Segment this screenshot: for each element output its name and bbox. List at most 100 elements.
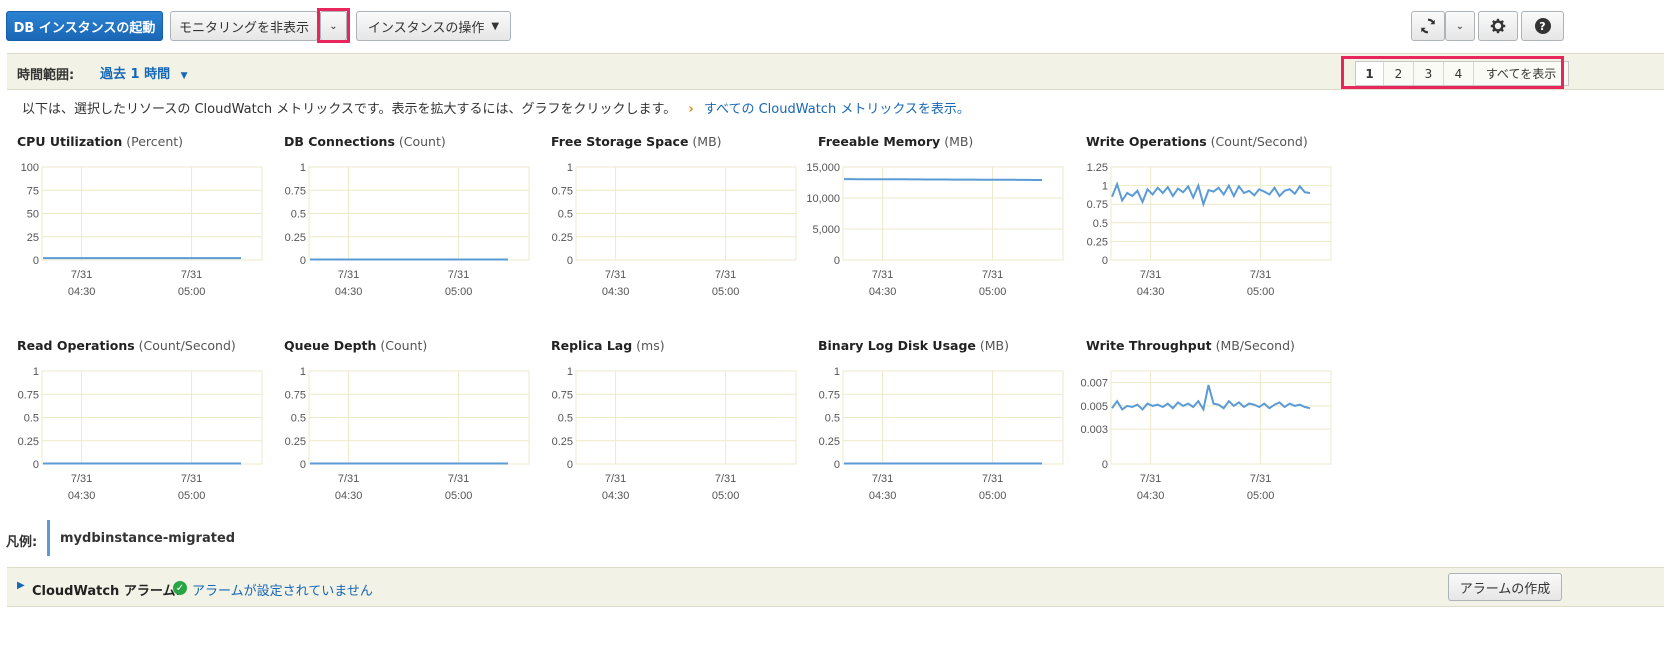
metric-chart[interactable]: Replica Lag (ms) 1 0.75 0.5 0.25 0 7/31 04:30 7/… <box>551 338 816 513</box>
launch-db-instance-button[interactable]: DB インスタンスの起動 <box>6 11 163 41</box>
y-tick-label: 0.5 <box>291 413 306 425</box>
x-tick-label: 7/31 <box>872 473 893 485</box>
x-tick-label: 7/31 <box>1250 269 1271 281</box>
y-tick-label: 0 <box>33 459 39 471</box>
y-tick-label: 0 <box>1102 255 1108 267</box>
metric-chart[interactable]: Queue Depth (Count) 1 0.75 0.5 0.25 0 7/31 04:3… <box>284 338 549 513</box>
y-tick-label: 1 <box>567 162 573 174</box>
series-line <box>844 178 1042 181</box>
x-tick-label: 7/31 <box>1250 473 1271 485</box>
legend-series-name: mydbinstance-migrated <box>60 531 236 546</box>
refresh-button[interactable] <box>1411 11 1445 41</box>
y-tick-label: 0 <box>300 459 306 471</box>
refresh-icon <box>1421 18 1435 34</box>
chevron-down-icon: ▼ <box>491 20 500 32</box>
y-tick-label: 0.5 <box>1093 218 1108 230</box>
x-tick-label: 04:30 <box>869 490 897 502</box>
y-tick-label: 0.25 <box>552 436 573 448</box>
x-tick-label: 7/31 <box>1140 473 1161 485</box>
metric-chart[interactable]: Read Operations (Count/Second) 1 0.75 0.5 0.… <box>17 338 282 513</box>
help-icon: ? <box>1534 18 1551 34</box>
y-tick-label: 1 <box>567 366 573 378</box>
plot-area <box>842 166 1064 261</box>
time-range-selector[interactable]: 過去 1 時間 ▼ <box>100 63 188 82</box>
y-tick-label: 10,000 <box>806 193 840 205</box>
y-tick-label: 0 <box>834 459 840 471</box>
y-tick-label: 0 <box>567 255 573 267</box>
y-tick-label: 0.5 <box>825 413 840 425</box>
y-tick-label: 0.25 <box>18 436 39 448</box>
gear-icon <box>1490 18 1506 34</box>
y-tick-label: 0 <box>834 255 840 267</box>
x-tick-label: 05:00 <box>979 490 1007 502</box>
x-tick-label: 04:30 <box>68 286 96 298</box>
plot-area <box>1110 166 1332 261</box>
info-line: 以下は、選択したリソースの CloudWatch メトリックスです。表示を拡大す… <box>22 98 970 117</box>
all-cloudwatch-metrics-link[interactable]: すべての CloudWatch メトリックスを表示。 <box>704 102 970 117</box>
metric-chart[interactable]: Freeable Memory (MB) 15,000 10,000 5,000 0 7/… <box>806 134 1083 309</box>
y-tick-label: 0.005 <box>1080 401 1108 413</box>
metric-chart[interactable]: Binary Log Disk Usage (MB) 1 0.75 0.5 0.25 0 7… <box>818 338 1083 513</box>
x-tick-label: 05:00 <box>1247 490 1275 502</box>
x-tick-label: 04:30 <box>1137 490 1165 502</box>
x-tick-label: 04:30 <box>1137 286 1165 298</box>
settings-button[interactable] <box>1478 11 1518 41</box>
y-tick-label: 1 <box>33 366 39 378</box>
x-tick-label: 7/31 <box>982 269 1003 281</box>
create-alarm-button[interactable]: アラームの作成 <box>1448 573 1562 601</box>
chart-svg: 100 75 50 25 0 7/31 04:30 7/31 05:00 <box>21 162 263 298</box>
create-alarm-label: アラームの作成 <box>1459 581 1551 597</box>
help-button[interactable]: ? <box>1521 11 1564 41</box>
y-tick-label: 0.25 <box>819 436 840 448</box>
chevron-down-icon: ⌄ <box>1455 20 1465 32</box>
chart-svg: 15,000 10,000 5,000 0 7/31 04:30 7/31 05:00 <box>806 162 1064 298</box>
y-tick-label: 1 <box>300 366 306 378</box>
y-tick-label: 0.5 <box>291 209 306 221</box>
chart-svg: 1 0.75 0.5 0.25 0 7/31 04:30 7/31 05:00 <box>285 162 530 298</box>
y-tick-label: 0 <box>567 459 573 471</box>
x-tick-label: 04:30 <box>869 286 897 298</box>
y-tick-label: 0.007 <box>1080 378 1108 390</box>
y-tick-label: 0.5 <box>558 413 573 425</box>
y-tick-label: 5,000 <box>812 224 840 236</box>
chart-svg: 1 0.75 0.5 0.25 0 7/31 04:30 7/31 05:00 <box>552 162 797 298</box>
y-tick-label: 0 <box>1102 459 1108 471</box>
instance-actions-label: インスタンスの操作 <box>367 20 485 36</box>
x-tick-label: 7/31 <box>338 269 359 281</box>
x-tick-label: 05:00 <box>979 286 1007 298</box>
legend-color-swatch <box>47 520 50 556</box>
refresh-options-button[interactable]: ⌄ <box>1445 11 1475 41</box>
metric-chart[interactable]: DB Connections (Count) 1 0.75 0.5 0.25 0 7/31 0… <box>284 134 549 309</box>
metric-chart[interactable]: Write Operations (Count/Second) 1.25 1 0.75… <box>1086 134 1351 309</box>
y-tick-label: 0.75 <box>18 389 39 401</box>
y-tick-label: 0.75 <box>1087 199 1108 211</box>
metric-chart[interactable]: Write Throughput (MB/Second) 0.007 0.005 0.… <box>1080 338 1351 513</box>
x-tick-label: 05:00 <box>178 490 206 502</box>
hide-monitoring-button[interactable]: モニタリングを非表示 <box>170 11 318 41</box>
instance-actions-button[interactable]: インスタンスの操作 ▼ <box>356 11 511 41</box>
x-tick-label: 04:30 <box>335 286 363 298</box>
cloudwatch-alarms-label: CloudWatch アラーム: <box>32 584 181 599</box>
y-tick-label: 0.75 <box>552 389 573 401</box>
y-tick-label: 0.003 <box>1080 424 1108 436</box>
legend-label: 凡例: <box>6 535 38 550</box>
x-tick-label: 7/31 <box>71 269 92 281</box>
metric-chart[interactable]: CPU Utilization (Percent) 100 75 50 25 0 7/31 0… <box>17 134 282 309</box>
x-tick-label: 05:00 <box>712 286 740 298</box>
y-tick-label: 100 <box>21 162 39 174</box>
x-tick-label: 7/31 <box>71 473 92 485</box>
no-alarms-link[interactable]: アラームが設定されていません <box>192 580 373 599</box>
x-tick-label: 7/31 <box>872 269 893 281</box>
info-text: 以下は、選択したリソースの CloudWatch メトリックスです。表示を拡大す… <box>22 102 677 117</box>
x-tick-label: 7/31 <box>448 473 469 485</box>
y-tick-label: 0.25 <box>285 232 306 244</box>
check-circle-icon: ✓ <box>173 581 187 595</box>
expand-triangle-icon[interactable]: ▶ <box>17 580 25 591</box>
y-tick-label: 0 <box>300 255 306 267</box>
y-tick-label: 25 <box>27 232 39 244</box>
chart-svg: 1 0.75 0.5 0.25 0 7/31 04:30 7/31 05:00 <box>18 366 263 502</box>
metric-chart[interactable]: Free Storage Space (MB) 1 0.75 0.5 0.25 0 7/31… <box>551 134 816 309</box>
x-tick-label: 05:00 <box>445 286 473 298</box>
time-range-label: 時間範囲: <box>17 68 75 83</box>
monitoring-dropdown-highlight <box>317 8 350 43</box>
